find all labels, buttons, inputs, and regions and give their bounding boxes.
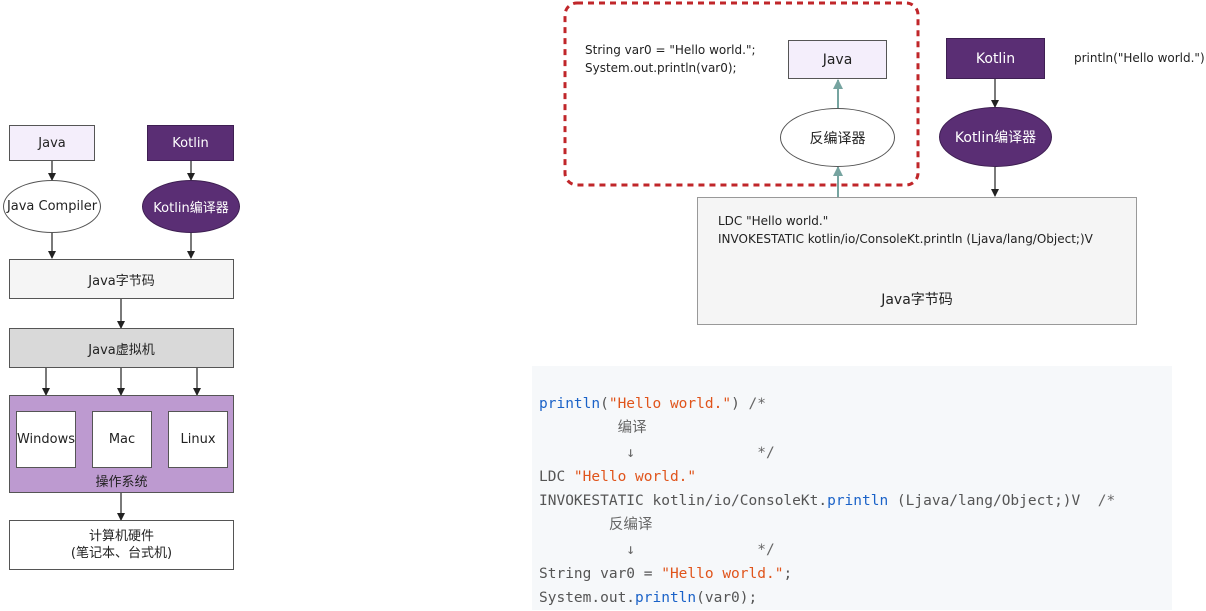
code-token: /*: [1097, 493, 1116, 510]
decompiler-label: 反编译器: [809, 130, 866, 147]
os-linux-label: Linux: [180, 432, 216, 447]
code-token: INVOKESTATIC kotlin/io/ConsoleKt.: [539, 493, 828, 510]
code-token: println: [827, 493, 889, 510]
decompiled-java-code: String var0 = "Hello world."; System.out…: [585, 41, 756, 77]
code-line-6: 反编译: [539, 517, 653, 534]
java-output-label: Java: [822, 51, 853, 68]
code-line-8: String var0 = "Hello world.";: [539, 562, 1172, 586]
code-line-5: INVOKESTATIC kotlin/io/ConsoleKt.println…: [539, 489, 1172, 513]
code-token: (: [600, 396, 609, 412]
hardware-box: 计算机硬件 (笔记本、台式机): [9, 520, 234, 570]
java-bytecode-box: Java字节码: [9, 259, 234, 299]
os-label: 操作系统: [95, 475, 148, 490]
os-mac-box: Mac: [92, 411, 152, 468]
code-token: "Hello world.": [608, 396, 732, 412]
java-bytecode-label: Java字节码: [88, 273, 155, 289]
java-compiler-label: Java Compiler: [6, 199, 98, 214]
code-line-3: ↓ */: [539, 444, 775, 461]
code-token: println: [635, 590, 697, 607]
java-compiler-ellipse: Java Compiler: [3, 180, 101, 233]
bytecode-line-2: INVOKESTATIC kotlin/io/ConsoleKt.println…: [718, 232, 1093, 246]
code-line-4: LDC "Hello world.": [539, 465, 1172, 489]
code-token: (var0);: [696, 590, 758, 607]
hardware-label: 计算机硬件: [88, 529, 154, 544]
os-windows-box: Windows: [16, 411, 76, 468]
kotlin-compiler-label: Kotlin编译器: [153, 201, 229, 216]
kotlin-source-box: Kotlin: [147, 125, 234, 161]
code-token: ): [731, 396, 740, 412]
kotlin-source-label-right: Kotlin: [975, 50, 1016, 67]
jvm-box: Java虚拟机: [9, 328, 234, 368]
os-panel: Windows Mac Linux 操作系统: [9, 395, 234, 493]
java-output-box: Java: [788, 40, 887, 79]
java-source-label: Java: [38, 135, 66, 151]
code-line-1: println("Hello world.") /*: [539, 392, 1172, 416]
code-token: (Ljava/lang/Object;)V: [888, 493, 1098, 510]
code-token: ;: [783, 566, 793, 583]
bytecode-panel: LDC "Hello world." INVOKESTATIC kotlin/i…: [697, 197, 1137, 325]
hardware-sublabel: (笔记本、台式机): [70, 546, 173, 561]
kotlin-source-box-right: Kotlin: [946, 38, 1045, 79]
java-source-box: Java: [9, 125, 95, 161]
code-token: LDC: [539, 468, 574, 485]
decompiled-line-1: String var0 = "Hello world.";: [585, 43, 756, 57]
decompiler-ellipse: 反编译器: [780, 108, 895, 167]
os-windows-label: Windows: [16, 432, 76, 447]
code-token: System.out.: [539, 590, 636, 607]
decompiled-line-2: System.out.println(var0);: [585, 61, 737, 75]
code-token: String var0 =: [539, 566, 662, 583]
bytecode-label: Java字节码: [881, 292, 953, 308]
code-line-2: 编译: [539, 420, 647, 437]
os-linux-box: Linux: [168, 411, 228, 468]
code-token: println: [539, 396, 601, 412]
kotlin-source-label: Kotlin: [172, 135, 209, 151]
kotlin-compiler-ellipse-right: Kotlin编译器: [939, 107, 1052, 167]
code-line-7: ↓ */: [539, 541, 775, 558]
code-token: "Hello world.": [661, 566, 784, 583]
code-block: println("Hello world.") /* 编译 ↓ */ LDC "…: [532, 366, 1172, 610]
kotlin-compiler-label-right: Kotlin编译器: [954, 130, 1037, 146]
bytecode-line-1: LDC "Hello world.": [718, 214, 829, 228]
kotlin-source-code: println("Hello world."): [1074, 51, 1205, 65]
jvm-label: Java虚拟机: [88, 342, 155, 358]
kotlin-compiler-ellipse: Kotlin编译器: [142, 180, 240, 233]
code-token: /*: [739, 396, 766, 412]
code-line-9: System.out.println(var0);: [539, 586, 1172, 610]
code-token: "Hello world.": [573, 468, 697, 485]
os-mac-label: Mac: [108, 432, 136, 447]
